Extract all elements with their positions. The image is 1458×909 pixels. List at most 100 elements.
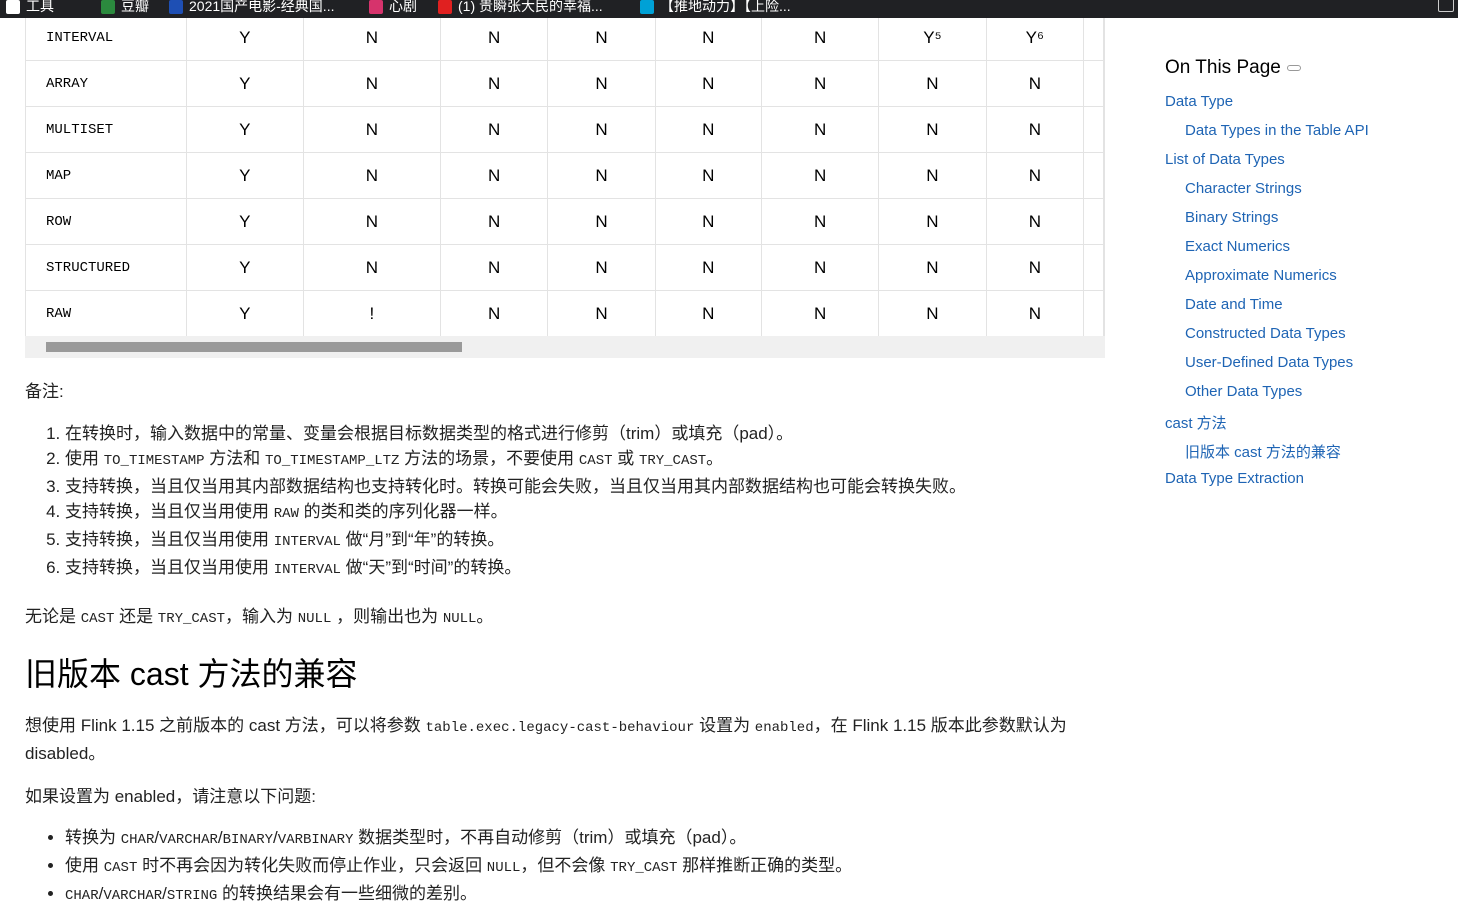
value-cell: N bbox=[985, 244, 1085, 291]
app-icon bbox=[369, 0, 383, 15]
note-code: RAW bbox=[273, 506, 299, 522]
value-cell: N bbox=[439, 198, 549, 245]
bullet-text: 时不再会因为转化失败而停止作业，只会返回 bbox=[137, 856, 487, 875]
bullet-text: 数据类型时，不再自动修剪（trim）或填充（pad）。 bbox=[353, 828, 747, 847]
type-cell: MAP bbox=[25, 152, 187, 199]
note-item: 使用 TO_TIMESTAMP 方法和 TO_TIMESTAMP_LTZ 方法的… bbox=[65, 446, 1105, 474]
null-note: 无论是 CAST 还是 TRY_CAST，输入为 NULL ，则输出也为 NUL… bbox=[25, 602, 1105, 627]
toc-link[interactable]: Data Types in the Table API bbox=[1185, 122, 1369, 139]
value-cell bbox=[1083, 244, 1104, 291]
toc-link[interactable]: Data Type bbox=[1165, 93, 1233, 110]
legacy-bullet: 使用 CAST 时不再会因为转化失败而停止作业，只会返回 NULL，但不会像 T… bbox=[65, 853, 1105, 881]
bilibili-icon bbox=[640, 0, 654, 15]
note-text: 支持转换，当且仅当用使用 bbox=[65, 558, 274, 577]
toc-link[interactable]: Binary Strings bbox=[1185, 209, 1278, 226]
folder-icon bbox=[6, 0, 20, 15]
bullet-code: VARCHAR bbox=[159, 832, 218, 848]
bookmark-3[interactable]: 心剧 bbox=[369, 0, 417, 16]
toc-link[interactable]: Data Type Extraction bbox=[1165, 470, 1304, 487]
value-cell: N bbox=[547, 152, 656, 199]
toc-title-text: On This Page bbox=[1165, 57, 1281, 78]
toc-link[interactable]: User-Defined Data Types bbox=[1185, 354, 1353, 371]
null-note-text: 无论是 bbox=[25, 607, 81, 626]
bookmark-1[interactable]: 豆瓣 bbox=[101, 0, 149, 16]
value-cell: N bbox=[760, 244, 880, 291]
bookmark-4[interactable]: (1) 贵瞬张大民的幸福... bbox=[438, 0, 603, 16]
value-cell: N bbox=[439, 244, 549, 291]
bullet-text: 转换为 bbox=[65, 828, 121, 847]
value-cell bbox=[1083, 198, 1104, 245]
value-cell: N bbox=[302, 106, 441, 153]
value-cell: Y bbox=[185, 198, 304, 245]
value-cell: N bbox=[654, 18, 762, 61]
toc-link[interactable]: Constructed Data Types bbox=[1185, 325, 1346, 342]
value-cell: N bbox=[654, 106, 762, 153]
value-cell: N bbox=[760, 106, 880, 153]
value-cell: N bbox=[760, 18, 880, 61]
value-cell: Y⁵ bbox=[878, 18, 987, 61]
section-heading: 旧版本 cast 方法的兼容 bbox=[25, 656, 358, 692]
value-cell: N bbox=[760, 198, 880, 245]
value-cell: N bbox=[878, 152, 987, 199]
note-text: 方法和 bbox=[204, 449, 266, 468]
toc-link[interactable]: Approximate Numerics bbox=[1185, 267, 1337, 284]
toc-link[interactable]: Other Data Types bbox=[1185, 383, 1302, 400]
value-cell: Y bbox=[185, 60, 304, 107]
value-cell: N bbox=[878, 244, 987, 291]
toc-toggle-icon[interactable] bbox=[1286, 64, 1301, 71]
toc-link[interactable]: Exact Numerics bbox=[1185, 238, 1290, 255]
value-cell: N bbox=[985, 152, 1085, 199]
bullet-code: CHAR bbox=[120, 832, 155, 848]
table-row: ARRAY Y N N N N N N N bbox=[25, 60, 1105, 107]
value-cell: N bbox=[654, 60, 762, 107]
note-code: TO_TIMESTAMP_LTZ bbox=[265, 453, 400, 469]
value-cell: N bbox=[654, 152, 762, 199]
bookmark-2[interactable]: 2021国产电影-经典国... bbox=[169, 0, 334, 16]
table-of-contents: On This Page Data Type Data Types in the … bbox=[1165, 57, 1369, 487]
value-cell: N bbox=[654, 290, 762, 337]
value-cell: N bbox=[302, 152, 441, 199]
bookmark-label: (1) 贵瞬张大民的幸福... bbox=[458, 0, 603, 14]
note-text: 做“天”到“时间”的转换。 bbox=[340, 558, 522, 577]
table-row: MULTISET Y N N N N N N N bbox=[25, 106, 1105, 153]
value-cell: N bbox=[547, 18, 656, 61]
toc-link[interactable]: Character Strings bbox=[1185, 180, 1302, 197]
note-text: 方法的场景，不要使用 bbox=[399, 449, 579, 468]
value-cell: N bbox=[547, 244, 656, 291]
table-row: INTERVAL Y N N N N N Y⁵ Y⁶ bbox=[25, 18, 1105, 61]
toc-link[interactable]: cast 方法 bbox=[1165, 412, 1227, 433]
scrollbar-thumb[interactable] bbox=[46, 342, 462, 352]
note-code: INTERVAL bbox=[273, 562, 341, 578]
toc-link[interactable]: 旧版本 cast 方法的兼容 bbox=[1185, 441, 1341, 462]
globe-icon bbox=[169, 0, 183, 15]
bookmark-5[interactable]: 【推地动力】【上险... bbox=[640, 0, 791, 16]
bullet-code: VARBINARY bbox=[277, 832, 354, 848]
value-cell: N bbox=[878, 198, 987, 245]
table-row: STRUCTURED Y N N N N N N N bbox=[25, 244, 1105, 291]
other-bookmarks-icon[interactable] bbox=[1438, 0, 1454, 12]
note-code: TRY_CAST bbox=[638, 453, 707, 469]
youtube-icon bbox=[438, 0, 452, 15]
value-cell: N bbox=[878, 290, 987, 337]
value-cell: N bbox=[760, 152, 880, 199]
toc-link[interactable]: List of Data Types bbox=[1165, 151, 1285, 168]
legacy-text: 如果设置为 enabled，请注意以下问题: bbox=[25, 787, 316, 806]
value-cell: N bbox=[985, 106, 1085, 153]
bookmarks-bar: 工具 豆瓣 2021国产电影-经典国... 心剧 (1) 贵瞬张大民的幸福... 【推地动… bbox=[0, 0, 1458, 18]
table: INTERVAL Y N N N N N Y⁵ Y⁶ ARRAY Y N N N N N N N MULTISET Y… bbox=[25, 18, 1105, 337]
note-text: 在转换时，输入数据中的常量、变量会根据目标数据类型的格式进行修剪（trim）或填… bbox=[65, 424, 794, 443]
value-cell: N bbox=[547, 60, 656, 107]
value-cell: Y bbox=[185, 18, 304, 61]
toc-link[interactable]: Date and Time bbox=[1185, 296, 1283, 313]
value-cell: N bbox=[439, 60, 549, 107]
value-cell bbox=[1083, 60, 1104, 107]
horizontal-scrollbar[interactable] bbox=[25, 336, 1105, 358]
null-note-code: TRY_CAST bbox=[157, 611, 226, 627]
note-item: 在转换时，输入数据中的常量、变量会根据目标数据类型的格式进行修剪（trim）或填… bbox=[65, 421, 1105, 446]
type-cell: STRUCTURED bbox=[25, 244, 187, 291]
bullet-code: CAST bbox=[103, 860, 138, 876]
value-cell: Y bbox=[185, 152, 304, 199]
bookmark-0[interactable]: 工具 bbox=[6, 0, 54, 16]
bookmark-label: 心剧 bbox=[389, 0, 417, 14]
value-cell: N bbox=[302, 244, 441, 291]
